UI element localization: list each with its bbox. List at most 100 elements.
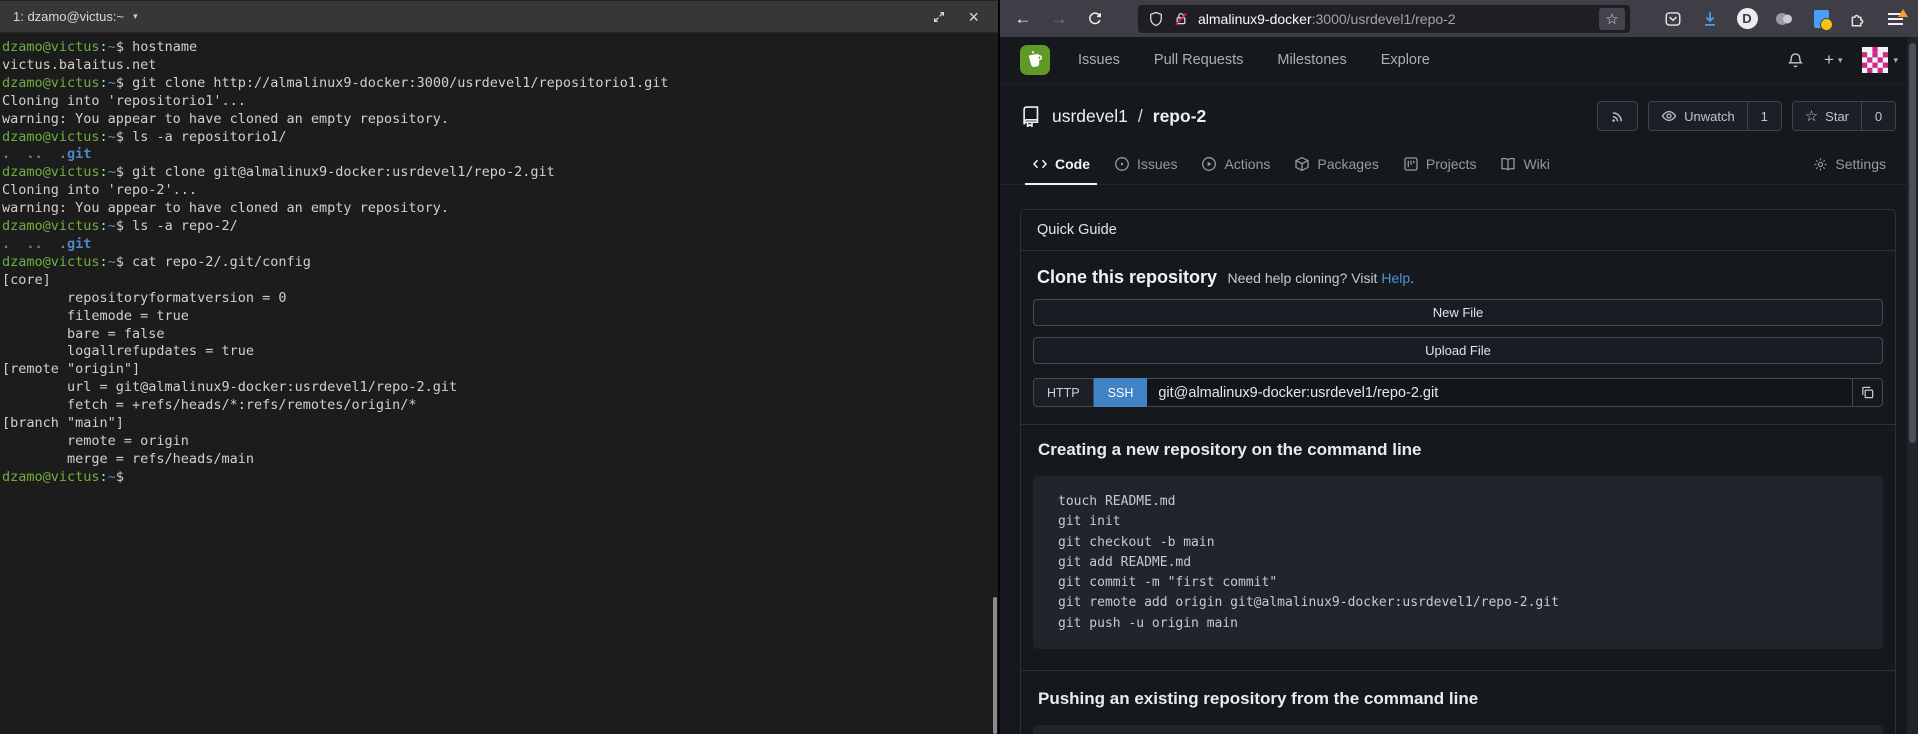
tab-actions[interactable]: Actions bbox=[1189, 144, 1282, 184]
terminal-line: dzamo@victus:~$ ls -a repositorio1/ bbox=[2, 129, 998, 147]
code-line: git add README.md bbox=[1058, 553, 1867, 573]
reload-button[interactable] bbox=[1080, 5, 1110, 33]
url-bar[interactable]: almalinux9-docker:3000/usrdevel1/repo-2 … bbox=[1138, 5, 1630, 33]
extension-doc-icon[interactable] bbox=[1806, 5, 1836, 33]
terminal-line: [core] bbox=[2, 272, 998, 290]
repo-name-link[interactable]: repo-2 bbox=[1153, 106, 1206, 127]
terminal-line: filemode = true bbox=[2, 308, 998, 326]
repo-tabbar: Code Issues Actions bbox=[1000, 144, 1918, 185]
terminal-line: url = git@almalinux9-docker:usrdevel1/re… bbox=[2, 379, 998, 397]
terminal-line: merge = refs/heads/main bbox=[2, 451, 998, 469]
code-line: git checkout -b main bbox=[1058, 533, 1867, 553]
new-repo-code-block[interactable]: touch README.mdgit initgit checkout -b m… bbox=[1033, 476, 1883, 649]
terminal-line: warning: You appear to have cloned an em… bbox=[2, 200, 998, 218]
extension-circles-icon[interactable] bbox=[1769, 5, 1799, 33]
page-scrollbar[interactable] bbox=[1907, 37, 1918, 734]
terminal-line: dzamo@victus:~$ git clone git@almalinux9… bbox=[2, 164, 998, 182]
tab-wiki[interactable]: Wiki bbox=[1488, 144, 1561, 184]
terminal-output[interactable]: dzamo@victus:~$ hostnamevictus.balaitus.… bbox=[0, 33, 998, 487]
rss-button[interactable] bbox=[1597, 101, 1638, 131]
user-menu[interactable]: ▾ bbox=[1862, 47, 1898, 73]
terminal-line: . .. .git bbox=[2, 146, 998, 164]
watch-button-group: Unwatch 1 bbox=[1648, 101, 1782, 131]
tab-projects[interactable]: Projects bbox=[1391, 144, 1489, 184]
repo-owner-link[interactable]: usrdevel1 bbox=[1052, 106, 1128, 127]
extension-d-icon[interactable]: D bbox=[1732, 5, 1762, 33]
chevron-down-icon[interactable]: ▾ bbox=[133, 11, 138, 22]
nav-milestones[interactable]: Milestones bbox=[1277, 52, 1346, 68]
terminal-line: dzamo@victus:~$ git clone http://almalin… bbox=[2, 75, 998, 93]
help-link[interactable]: Help bbox=[1381, 270, 1410, 286]
quick-guide-header: Quick Guide bbox=[1021, 210, 1895, 251]
download-icon[interactable] bbox=[1695, 5, 1725, 33]
repo-content-box: Quick Guide Clone this repository Need h… bbox=[1020, 209, 1896, 734]
terminal-line: [remote "origin"] bbox=[2, 361, 998, 379]
tab-packages[interactable]: Packages bbox=[1282, 144, 1390, 184]
create-new-button[interactable]: + ▾ bbox=[1824, 50, 1842, 70]
star-count[interactable]: 0 bbox=[1862, 101, 1896, 131]
terminal-line: . .. .git bbox=[2, 236, 998, 254]
terminal-scrollbar[interactable] bbox=[993, 597, 997, 734]
nav-pull-requests[interactable]: Pull Requests bbox=[1154, 52, 1243, 68]
watch-count[interactable]: 1 bbox=[1748, 101, 1782, 131]
ssh-toggle-button[interactable]: SSH bbox=[1094, 378, 1148, 407]
unwatch-button[interactable]: Unwatch bbox=[1648, 101, 1748, 131]
push-existing-section: Pushing an existing repository from the … bbox=[1021, 671, 1895, 734]
code-icon bbox=[1032, 156, 1048, 172]
terminal-line: victus.balaitus.net bbox=[2, 57, 998, 75]
notifications-bell-icon[interactable] bbox=[1787, 52, 1804, 69]
repo-header: usrdevel1 / repo-2 bbox=[1000, 84, 1918, 144]
terminal-line: bare = false bbox=[2, 326, 998, 344]
close-icon[interactable]: × bbox=[968, 8, 979, 26]
terminal-line: dzamo@victus:~$ cat repo-2/.git/config bbox=[2, 254, 998, 272]
push-existing-code-block[interactable] bbox=[1033, 725, 1883, 734]
http-toggle-button[interactable]: HTTP bbox=[1033, 378, 1094, 407]
pocket-icon[interactable] bbox=[1658, 5, 1688, 33]
upload-file-button[interactable]: Upload File bbox=[1033, 337, 1883, 364]
chevron-down-icon: ▾ bbox=[1838, 55, 1843, 66]
nav-explore[interactable]: Explore bbox=[1381, 52, 1430, 68]
gitea-page: Issues Pull Requests Milestones Explore … bbox=[1000, 37, 1918, 734]
update-badge-icon bbox=[1898, 9, 1908, 17]
new-repo-section: Creating a new repository on the command… bbox=[1021, 425, 1895, 671]
extensions-puzzle-icon[interactable] bbox=[1843, 5, 1873, 33]
tab-code[interactable]: Code bbox=[1020, 144, 1102, 184]
restore-window-icon[interactable] bbox=[932, 10, 946, 24]
clone-url-row: HTTP SSH git@almalinux9-docker:usrdevel1… bbox=[1033, 378, 1883, 407]
code-line: git init bbox=[1058, 512, 1867, 532]
screen: 1: dzamo@victus:~ ▾ × dzamo@victus:~$ ho… bbox=[0, 0, 1918, 734]
tab-issues[interactable]: Issues bbox=[1102, 144, 1189, 184]
insecure-lock-icon[interactable] bbox=[1173, 11, 1189, 27]
forward-button[interactable]: → bbox=[1044, 5, 1074, 33]
terminal-line: [branch "main"] bbox=[2, 415, 998, 433]
plus-icon: + bbox=[1824, 50, 1834, 70]
push-existing-title: Pushing an existing repository from the … bbox=[1038, 689, 1883, 709]
page-scrollbar-thumb[interactable] bbox=[1909, 43, 1916, 443]
tab-settings[interactable]: Settings bbox=[1801, 144, 1898, 184]
nav-issues[interactable]: Issues bbox=[1078, 52, 1120, 68]
code-line: git remote add origin git@almalinux9-doc… bbox=[1058, 593, 1867, 613]
terminal-line: warning: You appear to have cloned an em… bbox=[2, 111, 998, 129]
clone-title: Clone this repository bbox=[1037, 267, 1217, 287]
terminal-window: 1: dzamo@victus:~ ▾ × dzamo@victus:~$ ho… bbox=[0, 0, 998, 734]
star-icon: ☆ bbox=[1805, 109, 1818, 124]
terminal-titlebar[interactable]: 1: dzamo@victus:~ ▾ × bbox=[0, 0, 998, 33]
package-icon bbox=[1294, 156, 1310, 172]
shield-icon[interactable] bbox=[1148, 11, 1164, 27]
clone-url-input[interactable]: git@almalinux9-docker:usrdevel1/repo-2.g… bbox=[1147, 378, 1853, 407]
repo-icon bbox=[1020, 105, 1042, 127]
star-button[interactable]: ☆ Star bbox=[1792, 101, 1862, 131]
back-button[interactable]: ← bbox=[1008, 5, 1038, 33]
chevron-down-icon: ▾ bbox=[1893, 55, 1898, 66]
book-icon bbox=[1500, 156, 1516, 172]
copy-url-button[interactable] bbox=[1853, 378, 1883, 407]
terminal-line: Cloning into 'repo-2'... bbox=[2, 182, 998, 200]
bookmark-star-icon[interactable]: ☆ bbox=[1599, 8, 1625, 30]
gitea-logo[interactable] bbox=[1020, 45, 1050, 75]
terminal-line: logallrefupdates = true bbox=[2, 343, 998, 361]
browser-toolbar: ← → bbox=[1000, 0, 1918, 37]
menu-hamburger-icon[interactable] bbox=[1880, 5, 1910, 33]
terminal-line: dzamo@victus:~$ hostname bbox=[2, 39, 998, 57]
star-button-group: ☆ Star 0 bbox=[1792, 101, 1896, 131]
new-file-button[interactable]: New File bbox=[1033, 299, 1883, 326]
